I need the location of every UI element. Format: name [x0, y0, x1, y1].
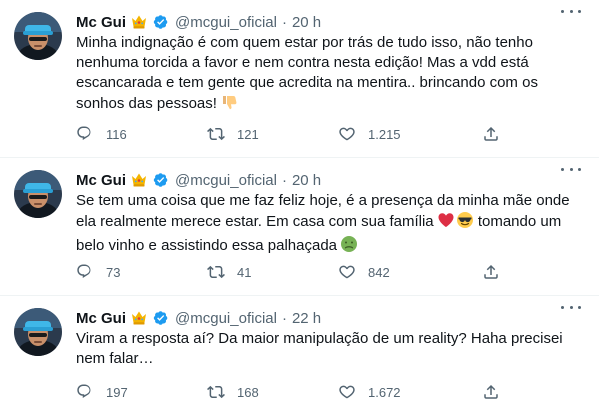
share-button[interactable] [482, 124, 500, 144]
heart-icon [339, 265, 355, 279]
reply-count: 73 [106, 264, 121, 280]
retweet-icon [207, 265, 225, 279]
like-button[interactable]: 842 [338, 262, 390, 282]
separator-dot: · [281, 171, 287, 189]
thumbs-down-emoji-icon [220, 93, 238, 117]
tweet-actions: 116 121 1.215 [76, 124, 516, 144]
nauseated-face-emoji-icon [340, 235, 358, 259]
retweet-button[interactable]: 168 [207, 382, 259, 402]
retweet-button[interactable]: 121 [207, 124, 259, 144]
reply-count: 116 [106, 126, 127, 142]
retweet-button[interactable]: 41 [207, 262, 251, 282]
retweet-icon [207, 385, 225, 399]
retweet-count: 121 [237, 126, 259, 142]
author-name[interactable]: Mc Gui [76, 172, 126, 189]
crown-icon [130, 13, 148, 31]
reply-icon [77, 384, 91, 398]
tweet-text: Se tem uma coisa que me faz feliz hoje, … [76, 191, 586, 259]
author-name[interactable]: Mc Gui [76, 310, 126, 327]
like-button[interactable]: 1.215 [338, 124, 401, 144]
retweet-count: 41 [237, 264, 252, 280]
share-icon [484, 126, 498, 141]
separator-dot: · [281, 309, 287, 327]
tweet[interactable]: Mc Gui @mcgui_oficial · 20 h Se tem uma … [0, 158, 599, 296]
heart-icon [339, 385, 355, 399]
more-options-icon[interactable] [561, 4, 581, 18]
heart-icon [339, 127, 355, 141]
share-button[interactable] [482, 262, 500, 282]
sunglasses-face-emoji-icon [456, 211, 474, 235]
tweet-time[interactable]: 20 h [292, 14, 321, 31]
tweet[interactable]: Mc Gui @mcgui_oficial · 20 h Minha indig… [0, 0, 599, 158]
separator-dot: · [281, 13, 287, 31]
more-options-icon[interactable] [561, 300, 581, 314]
like-count: 1.672 [368, 384, 401, 400]
avatar[interactable] [14, 12, 62, 60]
tweet-time[interactable]: 22 h [292, 310, 321, 327]
reply-icon [77, 264, 91, 278]
reply-count: 197 [106, 384, 128, 400]
like-count: 842 [368, 264, 390, 280]
retweet-count: 168 [237, 384, 259, 400]
tweet-text-body: Viram a resposta aí? Da maior manipulaçã… [76, 330, 563, 367]
tweet-text: Minha indignação é com quem estar por tr… [76, 33, 586, 117]
more-options-icon[interactable] [561, 162, 581, 176]
crown-icon [130, 309, 148, 327]
tweet-text: Viram a resposta aí? Da maior manipulaçã… [76, 329, 586, 369]
avatar[interactable] [14, 170, 62, 218]
avatar[interactable] [14, 308, 62, 356]
reply-button[interactable]: 116 [76, 124, 127, 144]
share-icon [484, 264, 498, 279]
author-name[interactable]: Mc Gui [76, 14, 126, 31]
tweet-actions: 73 41 842 [76, 262, 516, 282]
author-handle[interactable]: @mcgui_oficial [175, 172, 277, 189]
crown-icon [130, 171, 148, 189]
tweet-feed: Mc Gui @mcgui_oficial · 20 h Minha indig… [0, 0, 599, 412]
verified-badge-icon [152, 309, 170, 327]
red-heart-emoji-icon [437, 211, 455, 235]
tweet-time[interactable]: 20 h [292, 172, 321, 189]
verified-badge-icon [152, 171, 170, 189]
tweet-text-body: Minha indignação é com quem estar por tr… [76, 34, 538, 112]
like-button[interactable]: 1.672 [338, 382, 401, 402]
tweet-actions: 197 168 1.672 [76, 382, 516, 402]
author-handle[interactable]: @mcgui_oficial [175, 14, 277, 31]
tweet[interactable]: Mc Gui @mcgui_oficial · 22 h Viram a res… [0, 296, 599, 412]
reply-button[interactable]: 197 [76, 382, 128, 402]
reply-icon [77, 126, 91, 140]
like-count: 1.215 [368, 126, 401, 142]
reply-button[interactable]: 73 [76, 262, 120, 282]
share-icon [484, 384, 498, 399]
author-handle[interactable]: @mcgui_oficial [175, 310, 277, 327]
retweet-icon [207, 127, 225, 141]
share-button[interactable] [482, 382, 500, 402]
verified-badge-icon [152, 13, 170, 31]
